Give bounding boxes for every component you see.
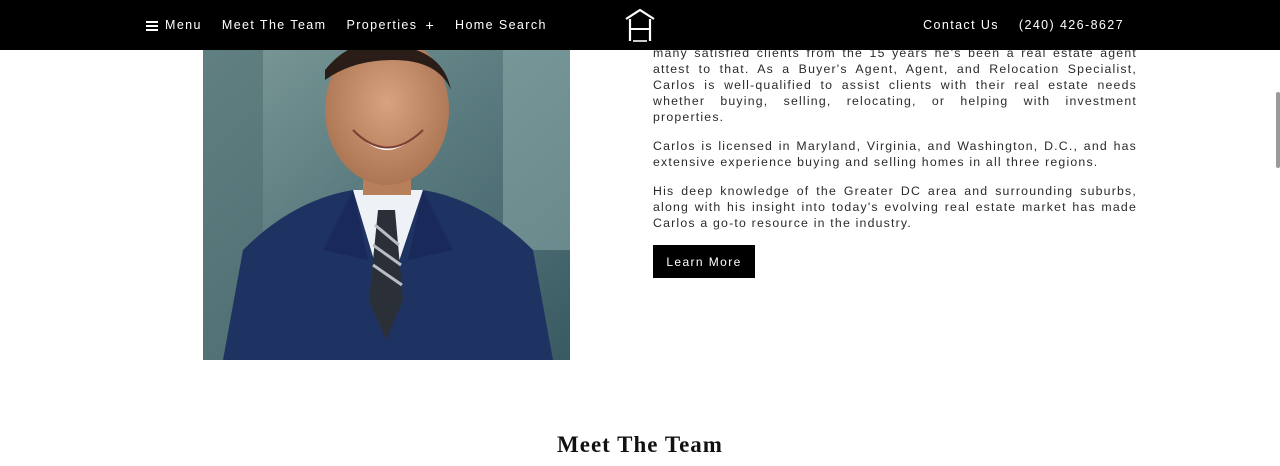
scrollbar[interactable] xyxy=(1276,92,1280,168)
page: Menu Meet The Team Properties + Home Sea… xyxy=(0,0,1280,466)
hamburger-menu-icon xyxy=(146,20,158,31)
nav-link-meet-the-team[interactable]: Meet The Team xyxy=(222,18,327,32)
section-title: Meet The Team xyxy=(557,432,723,457)
learn-more-button[interactable]: Learn More xyxy=(653,245,755,278)
nav-link-home-search[interactable]: Home Search xyxy=(455,18,547,32)
menu-button[interactable]: Menu xyxy=(146,18,202,32)
bio-paragraph: many satisfied clients from the 15 years… xyxy=(653,46,1137,124)
bio-paragraph: Carlos is licensed in Maryland, Virginia… xyxy=(653,139,1137,169)
contact-us-link[interactable]: Contact Us xyxy=(923,18,999,32)
house-logo-icon[interactable] xyxy=(624,8,656,42)
phone-link[interactable]: (240) 426-8627 xyxy=(1019,18,1124,32)
bio-paragraph: His deep knowledge of the Greater DC are… xyxy=(653,184,1137,230)
nav-link-properties[interactable]: Properties + xyxy=(346,17,435,33)
nav-right: Contact Us (240) 426-8627 xyxy=(903,0,1124,50)
agent-bio: many satisfied clients from the 15 years… xyxy=(653,45,1137,244)
agent-photo xyxy=(203,50,570,360)
nav-left: Menu Meet The Team Properties + Home Sea… xyxy=(146,0,567,50)
site-header: Menu Meet The Team Properties + Home Sea… xyxy=(0,0,1280,50)
plus-icon: + xyxy=(425,17,436,33)
properties-label: Properties xyxy=(346,18,418,32)
menu-label: Menu xyxy=(165,18,202,32)
